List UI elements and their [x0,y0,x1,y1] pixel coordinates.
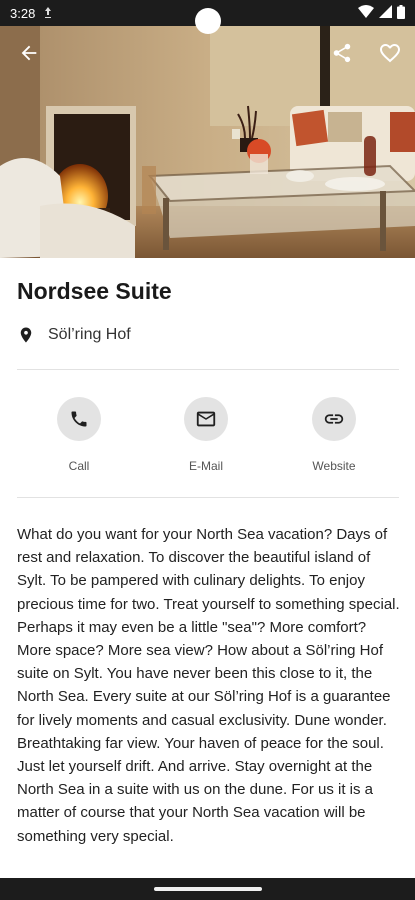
back-button[interactable] [14,38,44,68]
call-label: Call [68,459,90,473]
battery-icon [397,4,405,22]
website-button[interactable]: Website [289,397,379,473]
notification-icon [43,7,53,19]
link-icon [324,414,344,424]
status-time: 3:28 [10,5,36,21]
arrow-back-icon [21,45,37,61]
phone-icon [71,411,87,427]
home-gesture-handle[interactable] [153,887,262,891]
call-button[interactable]: Call [34,397,124,473]
call-circle [57,397,101,441]
description: What do you want for your North Sea vaca… [17,523,401,848]
signal-icon [379,5,392,21]
camera-cutout [195,8,221,34]
hero-image [0,26,415,258]
location-pin-icon [20,327,32,343]
divider-top [17,369,399,370]
mail-icon [196,411,216,427]
favorite-button[interactable] [375,38,405,68]
share-button[interactable] [327,38,357,68]
divider-bottom [17,497,399,498]
email-label: E-Mail [188,459,223,473]
website-label: Website [312,459,356,473]
location-label: Söl’ring Hof [48,326,131,343]
wifi-icon [358,5,374,21]
description-paragraph-2: Perhaps it may even be a little "sea"? M… [17,618,391,845]
heart-outline-icon [380,44,400,63]
website-circle [312,397,356,441]
description-paragraph-1: What do you want for your North Sea vaca… [17,526,400,613]
navigation-bar [0,878,415,900]
screen: 3:28 Nordsee Suite Söl’ring Hof Call E-M… [0,0,415,900]
email-circle [184,397,228,441]
listing-title: Nordsee Suite [17,278,172,304]
email-button[interactable]: E-Mail [161,397,251,473]
location-row[interactable]: Söl’ring Hof [17,326,131,344]
share-icon [333,43,351,63]
